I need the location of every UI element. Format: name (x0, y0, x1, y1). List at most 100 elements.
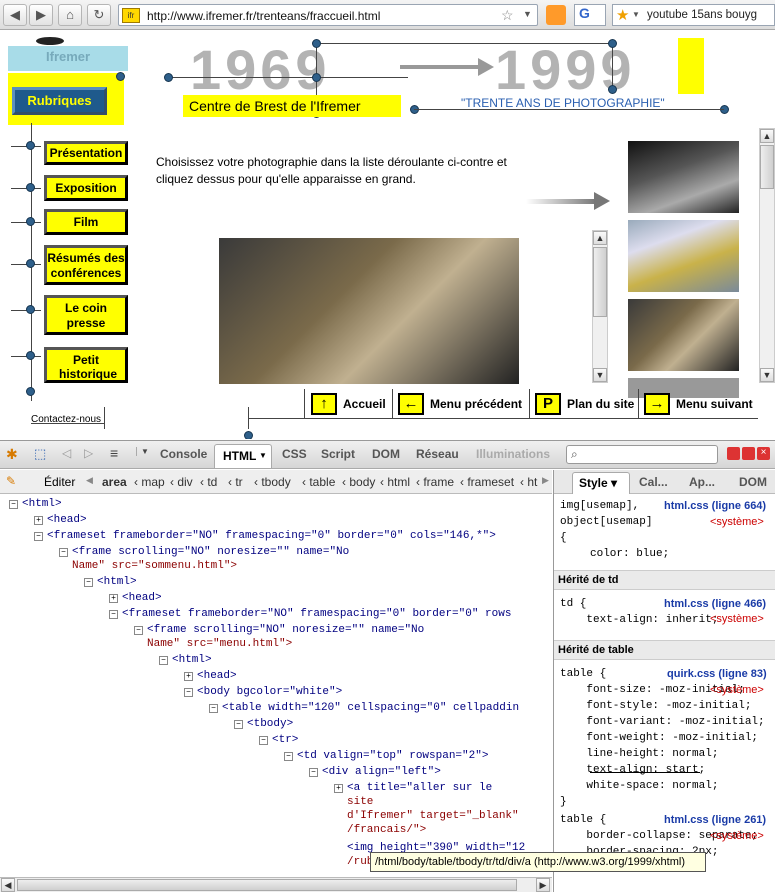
ifremer-logo[interactable]: Ifremer (8, 37, 128, 71)
side-tab-computed[interactable]: Cal... (639, 475, 668, 489)
menu-lines-icon[interactable]: ≡ (110, 445, 118, 461)
collapse-icon[interactable]: − (159, 656, 168, 665)
firebug-search-input[interactable]: ⌕ (566, 445, 718, 464)
rubriques-button[interactable]: Rubriques (12, 87, 107, 115)
breadcrumb-item[interactable]: area (102, 475, 127, 489)
breadcrumb-item[interactable]: ‹ frameset (460, 475, 514, 489)
css-source-link[interactable]: html.css (ligne 466) (664, 598, 766, 610)
scroll-down-icon[interactable]: ▼ (760, 368, 774, 382)
scroll-thumb[interactable] (760, 145, 774, 189)
collapse-icon[interactable]: − (284, 752, 293, 761)
tab-script[interactable]: Script (321, 447, 355, 461)
collapse-icon[interactable]: − (59, 548, 68, 557)
tree-node[interactable]: <head> (47, 513, 87, 527)
nav-plan-du-site[interactable]: P Plan du site (535, 390, 634, 418)
scroll-up-icon[interactable]: ▲ (760, 129, 774, 143)
tree-node[interactable]: <html> (22, 497, 62, 511)
search-engine-icon[interactable]: G (574, 4, 606, 26)
collapse-icon[interactable]: − (309, 768, 318, 777)
tree-node[interactable]: <body bgcolor="white"> (197, 685, 342, 699)
inspect-icon[interactable]: ⬚ (34, 446, 46, 462)
menu-item-exposition[interactable]: Exposition (44, 175, 128, 201)
page-scrollbar[interactable]: ▲ ▼ (759, 128, 775, 383)
scroll-right-icon[interactable]: ▶ (536, 878, 550, 892)
url-dropdown-icon[interactable]: ▼ (523, 9, 532, 19)
tab-illuminations[interactable]: Illuminations (476, 447, 550, 461)
tree-node[interactable]: <frame scrolling="NO" noresize="" name="… (147, 623, 424, 637)
chevron-down-icon[interactable]: ▼ (136, 447, 149, 456)
side-tab-dom[interactable]: DOM (739, 475, 767, 489)
css-source-link[interactable]: html.css (ligne 261) (664, 814, 766, 826)
tree-node-selected[interactable]: <a title="aller sur le (347, 781, 492, 795)
breadcrumb-item[interactable]: ‹ tbody (254, 475, 291, 489)
thumbnail-2[interactable] (628, 220, 739, 292)
breadcrumb-item[interactable]: ‹ body (342, 475, 375, 489)
nav-menu-suivant[interactable]: → Menu suivant (644, 390, 753, 418)
tree-node[interactable]: <frame scrolling="NO" noresize="" name="… (72, 545, 349, 559)
tab-dom[interactable]: DOM (372, 447, 400, 461)
detach-icon[interactable] (742, 447, 755, 460)
scroll-up-icon[interactable]: ▲ (593, 231, 607, 245)
tab-reseau[interactable]: Réseau (416, 447, 459, 461)
tree-node[interactable]: <head> (197, 669, 237, 683)
breadcrumb-left-arrow-icon[interactable]: ◀ (86, 475, 93, 486)
css-source-link[interactable]: quirk.css (ligne 83) (667, 668, 767, 680)
collapse-icon[interactable]: − (109, 610, 118, 619)
search-input[interactable]: ★ ▼ youtube 15ans bouyg (612, 4, 775, 26)
side-tab-style[interactable]: Style ▾ (572, 472, 630, 494)
collapse-icon[interactable]: − (209, 704, 218, 713)
back-arrow-icon[interactable]: ◁ (62, 446, 71, 460)
menu-item-historique[interactable]: Petit historique (44, 347, 128, 383)
tree-node[interactable]: <tr> (272, 733, 298, 747)
tree-node[interactable]: <div align="left"> (322, 765, 441, 779)
breadcrumb-item[interactable]: ‹ html (380, 475, 410, 489)
collapse-icon[interactable]: − (234, 720, 243, 729)
reload-button[interactable]: ↻ (87, 4, 111, 26)
edit-icon[interactable]: ✎ (6, 474, 16, 488)
thumbnail-1[interactable] (628, 141, 739, 213)
collapse-icon[interactable]: − (84, 578, 93, 587)
edit-button[interactable]: Éditer (44, 475, 75, 489)
tree-node[interactable]: <td valign="top" rowspan="2"> (297, 749, 488, 763)
url-bar[interactable]: ifr http://www.ifremer.fr/trenteans/frac… (118, 4, 538, 26)
menu-item-film[interactable]: Film (44, 209, 128, 235)
forward-button[interactable]: ▶ (29, 4, 53, 26)
menu-item-coin-presse[interactable]: Le coin presse (44, 295, 128, 335)
menu-item-presentation[interactable]: Présentation (44, 141, 128, 165)
tree-node[interactable]: <head> (122, 591, 162, 605)
scroll-down-icon[interactable]: ▼ (593, 368, 607, 382)
close-icon[interactable]: × (757, 447, 770, 460)
back-button[interactable]: ◀ (3, 4, 27, 26)
collapse-icon[interactable]: − (34, 532, 43, 541)
breadcrumb-item[interactable]: ‹ frame (416, 475, 454, 489)
bookmark-star-icon[interactable]: ☆ (501, 7, 514, 24)
expand-icon[interactable]: + (334, 784, 343, 793)
tree-node[interactable]: <table width="120" cellspacing="0" cellp… (222, 701, 519, 715)
expand-icon[interactable]: + (184, 672, 193, 681)
tab-console[interactable]: Console (160, 447, 207, 461)
nav-menu-precedent[interactable]: ← Menu précédent (398, 390, 522, 418)
collapse-icon[interactable]: − (184, 688, 193, 697)
chevron-down-icon[interactable]: ▼ (632, 10, 640, 19)
tree-node[interactable]: <html> (97, 575, 137, 589)
home-button[interactable]: ⌂ (58, 4, 82, 26)
rss-feed-icon[interactable] (546, 5, 566, 25)
breadcrumb-item[interactable]: ‹ ht (520, 475, 537, 489)
minimize-icon[interactable] (727, 447, 740, 460)
expand-icon[interactable]: + (34, 516, 43, 525)
scroll-thumb[interactable] (17, 879, 517, 891)
breadcrumb-item[interactable]: ‹ div (170, 475, 193, 489)
tab-html-active[interactable]: HTML ▼ (214, 444, 272, 468)
css-property[interactable]: color: blue; (590, 546, 669, 562)
tree-horizontal-scrollbar[interactable]: ◀ ▶ (0, 877, 552, 892)
tab-css[interactable]: CSS (282, 447, 307, 461)
forward-arrow-icon[interactable]: ▷ (84, 446, 93, 460)
breadcrumb-item[interactable]: ‹ tr (228, 475, 243, 489)
breadcrumb-right-arrow-icon[interactable]: ▶ (542, 475, 549, 486)
collapse-icon[interactable]: − (9, 500, 18, 509)
firebug-bug-icon[interactable]: ✱ (6, 446, 18, 463)
breadcrumb-item[interactable]: ‹ td (200, 475, 217, 489)
css-source-link[interactable]: html.css (ligne 664) (664, 500, 766, 512)
side-tab-layout[interactable]: Ap... (689, 475, 715, 489)
tree-node[interactable]: <html> (172, 653, 212, 667)
